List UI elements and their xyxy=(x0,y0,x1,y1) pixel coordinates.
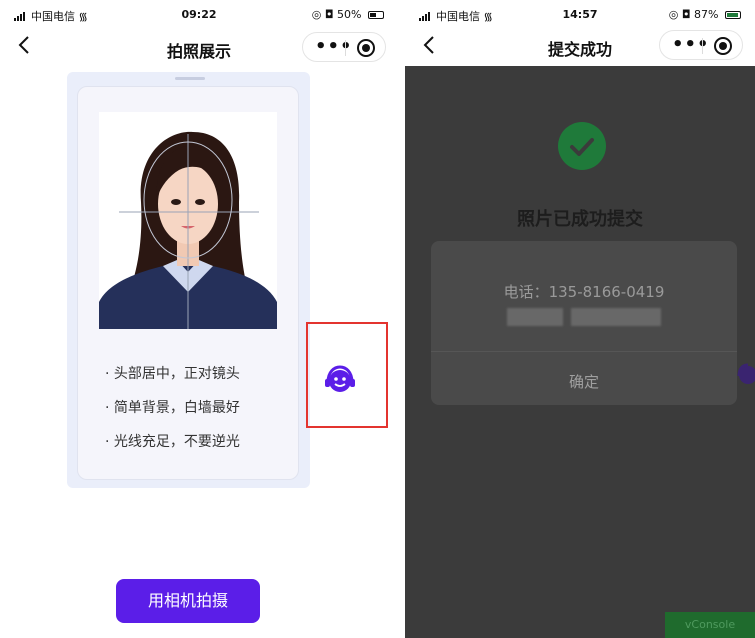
status-bar: 中国电信 ᯾ 09:22 ◎ ◘ 50% xyxy=(0,0,398,26)
contact-dialog: 电话：135-8166-0419 确定 xyxy=(431,241,737,405)
close-program-icon[interactable] xyxy=(714,37,732,55)
phone-number: 电话：135-8166-0419 xyxy=(503,283,665,301)
close-program-icon[interactable] xyxy=(357,39,375,57)
battery-icon xyxy=(368,11,384,19)
status-bar: 中国电信 ᯾ 14:57 ◎ ◘ 87% xyxy=(405,0,755,26)
vconsole-button[interactable]: vConsole xyxy=(665,612,755,638)
alarm-icon: ◘ xyxy=(324,8,334,21)
camera-capture-button[interactable]: 用相机拍摄 xyxy=(116,579,260,623)
photo-tips: · 头部居中，正对镜头 · 简单背景，白墙最好 · 光线充足，不要逆光 xyxy=(105,364,240,466)
battery-percent: 87% xyxy=(694,8,719,21)
nav-bar: 提交成功 ••• xyxy=(405,26,755,66)
tip-item: · 头部居中，正对镜头 xyxy=(105,366,240,382)
more-icon[interactable]: ••• xyxy=(315,36,353,57)
capsule-divider xyxy=(345,40,346,56)
tip-item: · 简单背景，白墙最好 xyxy=(105,400,240,416)
redacted-text xyxy=(507,308,563,326)
redacted-text xyxy=(571,308,661,326)
submit-success-screen: 中国电信 ᯾ 14:57 ◎ ◘ 87% 提交成功 ••• 照片已成功提交 电话… xyxy=(405,0,755,638)
photo-guide-screen: 中国电信 ᯾ 09:22 ◎ ◘ 50% 拍照展示 ••• · 头部居中，正对镜… xyxy=(0,0,398,638)
confirm-button[interactable]: 确定 xyxy=(431,371,737,392)
status-right: ◎ ◘ 87% xyxy=(669,8,741,21)
nav-bar: 拍照展示 ••• xyxy=(0,26,398,70)
guide-card: · 头部居中，正对镜头 · 简单背景，白墙最好 · 光线充足，不要逆光 xyxy=(77,86,299,480)
mini-program-capsule: ••• xyxy=(659,30,743,60)
alarm-icon: ◘ xyxy=(681,8,691,21)
tip-item: · 光线充足，不要逆光 xyxy=(105,434,240,450)
lock-rotation-icon: ◎ xyxy=(311,8,322,21)
mini-program-capsule: ••• xyxy=(302,32,386,62)
dialog-divider xyxy=(431,351,737,352)
success-check-icon xyxy=(558,122,606,170)
card-handle xyxy=(175,77,205,80)
status-right: ◎ ◘ 50% xyxy=(312,8,384,21)
capsule-divider xyxy=(702,38,703,54)
success-message: 照片已成功提交 xyxy=(517,209,643,230)
guide-card-container: · 头部居中，正对镜头 · 简单背景，白墙最好 · 光线充足，不要逆光 xyxy=(67,72,310,488)
sample-portrait-image xyxy=(99,112,277,329)
customer-service-icon[interactable] xyxy=(323,364,357,398)
customer-service-icon[interactable] xyxy=(735,362,755,388)
more-icon[interactable]: ••• xyxy=(672,34,710,55)
battery-percent: 50% xyxy=(337,8,362,21)
lock-rotation-icon: ◎ xyxy=(668,8,679,21)
battery-icon xyxy=(725,11,741,19)
